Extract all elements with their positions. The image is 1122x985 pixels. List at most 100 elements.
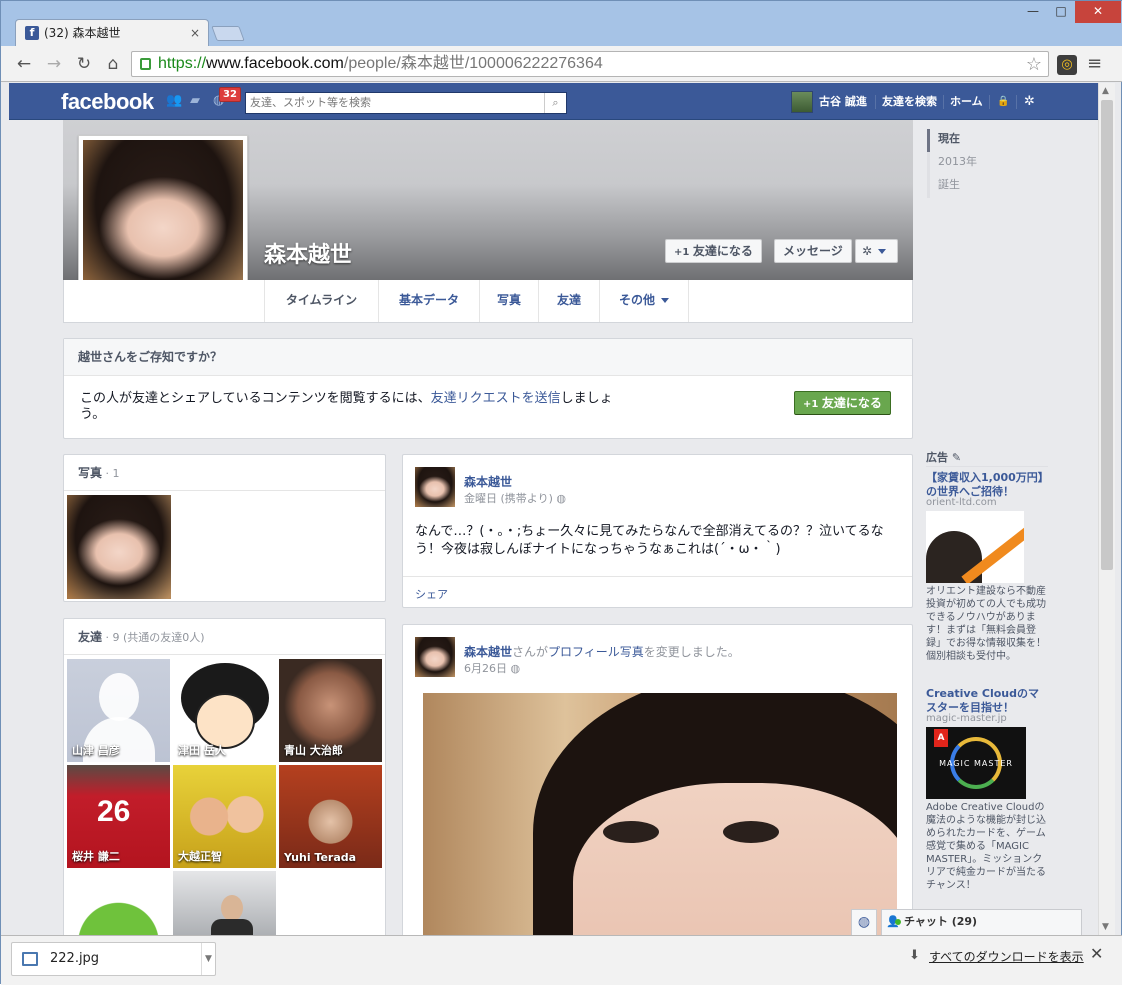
photo-thumbnail[interactable]: [67, 495, 171, 599]
photo-eye-left: [603, 821, 659, 843]
post-author-name[interactable]: 森本越世: [464, 645, 512, 659]
post-divider: [403, 576, 912, 577]
friend-tile[interactable]: 大越正智: [173, 765, 276, 868]
extension-icon[interactable]: ◎: [1057, 55, 1077, 75]
back-arrow-icon[interactable]: ←: [13, 53, 35, 75]
ad2-image[interactable]: A MAGIC MASTER: [926, 727, 1026, 799]
tab-more[interactable]: その他: [599, 280, 689, 322]
friends-header[interactable]: 友達 · 9 (共通の友達0人): [64, 619, 385, 655]
minimize-button[interactable]: —: [1019, 1, 1047, 23]
friend-tile[interactable]: [173, 871, 276, 937]
home-link[interactable]: ホーム: [950, 83, 983, 120]
privacy-lock-icon[interactable]: 🔒: [997, 83, 1009, 120]
search-icon[interactable]: ⌕: [544, 93, 566, 113]
year-item-born[interactable]: 誕生: [927, 175, 977, 198]
friend-requests-icon[interactable]: 👥: [166, 94, 182, 108]
share-link[interactable]: シェア: [415, 586, 448, 602]
tab-close-icon[interactable]: ×: [190, 20, 200, 46]
post-author-name[interactable]: 森本越世: [464, 473, 512, 490]
friend-tile[interactable]: Yuhi Terada: [279, 765, 382, 868]
ads-label: 広告 ✎: [926, 449, 961, 465]
ad2-title[interactable]: Creative Cloudのマスターを目指せ！: [926, 687, 1048, 715]
download-item[interactable]: 222.jpg ▼: [11, 942, 216, 976]
post-author-avatar[interactable]: [415, 467, 455, 507]
tab-friends[interactable]: 友達: [538, 280, 599, 322]
scroll-down-icon[interactable]: ▼: [1102, 922, 1109, 932]
show-all-downloads-link[interactable]: すべてのダウンロードを表示: [929, 948, 1084, 965]
tab-photos[interactable]: 写真: [479, 280, 538, 322]
tab-more-label: その他: [618, 293, 655, 307]
profile-options-button[interactable]: ✲: [855, 239, 898, 263]
ad1-image[interactable]: [926, 511, 1024, 583]
facebook-logo[interactable]: facebook: [61, 89, 154, 115]
notification-badge: 32: [219, 87, 241, 102]
year-item-now[interactable]: 現在: [927, 129, 977, 152]
close-window-button[interactable]: ✕: [1075, 1, 1121, 23]
page-scrollbar[interactable]: ▲ ▼: [1098, 83, 1115, 935]
photos-header[interactable]: 写真 · 1: [64, 455, 385, 491]
tab-title: (32) 森本越世: [44, 26, 121, 40]
friend-tile[interactable]: [67, 871, 170, 937]
address-bar[interactable]: https://www.facebook.com/people/森本越世/100…: [131, 51, 1049, 77]
user-name-link[interactable]: 古谷 誠進: [819, 83, 867, 120]
profile-name[interactable]: 森本越世: [264, 237, 352, 269]
avatar-image: [415, 637, 455, 677]
new-tab-button[interactable]: [211, 26, 245, 41]
reload-icon[interactable]: ↻: [73, 53, 95, 75]
settings-gear-icon[interactable]: ✲: [1024, 83, 1035, 120]
download-filename: 222.jpg: [50, 951, 100, 966]
post-author-avatar[interactable]: [415, 637, 455, 677]
know-text-before: この人が友達とシェアしているコンテンツを閲覧するには、: [80, 391, 431, 406]
post-photo[interactable]: [423, 693, 897, 943]
messages-icon[interactable]: ▰: [190, 94, 206, 108]
ad1-domain[interactable]: orient-ltd.com: [926, 497, 997, 508]
year-item-2013[interactable]: 2013年: [927, 152, 977, 175]
chrome-menu-icon[interactable]: ≡: [1087, 55, 1102, 73]
friend-tile[interactable]: 津田 岳人: [173, 659, 276, 762]
chat-globe-icon[interactable]: ◍: [851, 909, 877, 935]
forward-arrow-icon[interactable]: →: [43, 53, 65, 75]
photo-eye-right: [723, 821, 779, 843]
ad2-image-text: MAGIC MASTER: [939, 759, 1013, 768]
profile-picture-link[interactable]: プロフィール写真: [548, 645, 644, 659]
add-friend-button-green[interactable]: +1 友達になる: [794, 391, 891, 415]
gear-icon: ✲: [862, 244, 873, 258]
post-action-before: さんが: [512, 645, 549, 659]
browser-tab[interactable]: f (32) 森本越世 ×: [15, 19, 209, 46]
message-label: メッセージ: [783, 244, 843, 258]
facebook-favicon-icon: f: [25, 26, 39, 40]
scroll-up-icon[interactable]: ▲: [1102, 86, 1109, 96]
status-post: 森本越世 金曜日 (携帯より) ◍ なんで…？(・。・;ちょー久々に見てみたらな…: [402, 454, 913, 608]
search-input[interactable]: 友達、スポット等を検索 ⌕: [245, 92, 567, 114]
download-bar-close-icon[interactable]: ✕: [1090, 944, 1103, 963]
ad2-domain[interactable]: magic-master.jp: [926, 713, 1007, 724]
find-friends-link[interactable]: 友達を検索: [882, 83, 937, 120]
tab-about[interactable]: 基本データ: [378, 280, 479, 322]
friend-tile[interactable]: 26 桜井 謙二: [67, 765, 170, 868]
bookmark-star-icon[interactable]: ☆: [1026, 52, 1042, 76]
photos-box: 写真 · 1: [63, 454, 386, 602]
chevron-down-icon: [878, 249, 887, 254]
scrollbar-thumb[interactable]: [1101, 100, 1113, 570]
friend-tile[interactable]: 青山 大治郎: [279, 659, 382, 762]
online-dot-icon: [895, 919, 901, 925]
send-friend-request-link[interactable]: 友達リクエストを送信: [431, 391, 561, 406]
post-timestamp[interactable]: 金曜日 (携帯より) ◍: [464, 490, 566, 506]
ads-label-text: 広告: [926, 451, 948, 464]
add-friend-icon: +1: [803, 399, 822, 410]
post-action-after: を変更しました。: [643, 645, 740, 659]
browser-window: f (32) 森本越世 × — □ ✕ ← → ↻ ⌂ https://www.…: [0, 0, 1122, 985]
maximize-button[interactable]: □: [1047, 1, 1075, 23]
home-icon[interactable]: ⌂: [102, 53, 124, 75]
chat-bar[interactable]: 👤 チャット (29): [881, 909, 1082, 935]
user-avatar[interactable]: [791, 91, 813, 113]
tab-timeline[interactable]: タイムライン: [264, 280, 378, 322]
friend-tile[interactable]: 山津 昌彦: [67, 659, 170, 762]
download-menu-chevron-icon[interactable]: ▼: [201, 943, 215, 975]
ad2-body[interactable]: Adobe Creative Cloudの魔法のような機能が封じ込められたカード…: [926, 801, 1048, 892]
add-friend-button[interactable]: +1 友達になる: [665, 239, 762, 263]
post-timestamp[interactable]: 6月26日 ◍: [464, 660, 520, 676]
ad1-title[interactable]: 【家賃収入1,000万円】の世界へご招待！: [926, 471, 1048, 499]
ad1-body[interactable]: オリエント建設なら不動産投資が初めての人でも成功できるノウハウがあります！まずは…: [926, 585, 1048, 663]
message-button[interactable]: メッセージ: [774, 239, 852, 263]
